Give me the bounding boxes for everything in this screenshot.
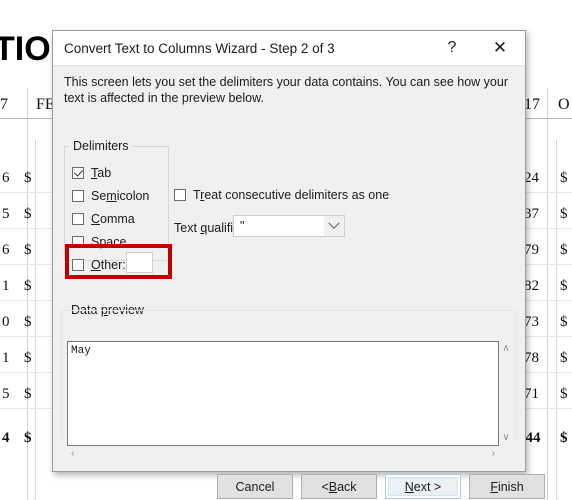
cell-currency: $ xyxy=(560,314,568,330)
cell-value: 79 xyxy=(524,242,539,258)
help-icon[interactable]: ? xyxy=(431,31,473,65)
cell-currency: $ xyxy=(24,314,32,330)
cell-total-currency: $ xyxy=(24,430,32,446)
checkbox-treat-consecutive-box[interactable] xyxy=(174,189,186,201)
cancel-button[interactable]: Cancel xyxy=(217,474,293,499)
grid-column-line xyxy=(35,140,37,500)
row-line xyxy=(520,408,572,409)
checkbox-other-label: Other: xyxy=(91,258,126,272)
convert-text-to-columns-dialog: Convert Text to Columns Wizard - Step 2 … xyxy=(52,30,545,499)
checkbox-other[interactable]: Other: xyxy=(72,258,126,272)
cell-currency: $ xyxy=(24,170,32,186)
header-underline xyxy=(0,118,52,119)
dialog-title: Convert Text to Columns Wizard - Step 2 … xyxy=(64,40,335,56)
cell-value: 71 xyxy=(524,386,539,402)
scroll-left-icon[interactable]: ‹ xyxy=(67,446,78,462)
cell-value: 6 xyxy=(2,170,10,186)
cell-value: 78 xyxy=(524,350,539,366)
data-preview-pane[interactable]: May xyxy=(67,341,499,446)
row-line xyxy=(0,336,52,337)
dialog-description: This screen lets you set the delimiters … xyxy=(64,75,508,105)
row-line xyxy=(520,192,572,193)
cell-currency: $ xyxy=(560,206,568,222)
grid-column-line xyxy=(547,88,548,500)
row-line xyxy=(520,228,572,229)
cell-currency: $ xyxy=(24,350,32,366)
header-underline xyxy=(520,118,572,119)
scroll-up-icon[interactable]: ∧ xyxy=(498,341,513,357)
cell-currency: $ xyxy=(560,278,568,294)
column-header-left-num: 7 xyxy=(0,96,8,113)
row-line xyxy=(0,264,52,265)
column-header-right-label: O xyxy=(558,96,570,113)
cell-value: 1 xyxy=(2,278,10,294)
grid-column-line xyxy=(556,140,558,500)
cell-value: 0 xyxy=(2,314,10,330)
column-header-right-num: 17 xyxy=(524,96,540,113)
row-line xyxy=(0,408,52,409)
checkbox-tab-box[interactable] xyxy=(72,167,84,179)
checkbox-treat-consecutive-label: Treat consecutive delimiters as one xyxy=(193,188,390,202)
checkbox-tab-label: Tab xyxy=(91,166,112,180)
cell-currency: $ xyxy=(560,242,568,258)
checkbox-comma-label: Comma xyxy=(91,212,135,226)
cell-currency: $ xyxy=(24,242,32,258)
row-line xyxy=(0,300,52,301)
cell-value: 6 xyxy=(2,242,10,258)
dialog-titlebar[interactable]: Convert Text to Columns Wizard - Step 2 … xyxy=(53,31,525,66)
cell-value: 5 xyxy=(2,386,10,402)
checkbox-treat-consecutive[interactable]: Treat consecutive delimiters as one xyxy=(174,188,389,202)
cell-value: 82 xyxy=(524,278,539,294)
checkbox-semicolon-box[interactable] xyxy=(72,190,84,202)
back-button[interactable]: < Back xyxy=(301,474,377,499)
row-line xyxy=(520,372,572,373)
cell-currency: $ xyxy=(24,206,32,222)
checkbox-space[interactable]: Space xyxy=(72,235,126,249)
chevron-down-icon[interactable] xyxy=(324,216,344,236)
cell-currency: $ xyxy=(560,386,568,402)
cell-value: 1 xyxy=(2,350,10,366)
checkbox-tab[interactable]: Tab xyxy=(72,166,111,180)
row-line xyxy=(520,336,572,337)
cell-total-value: 4 xyxy=(2,430,10,446)
preview-vertical-scrollbar[interactable]: ∧ ∨ xyxy=(499,341,513,446)
row-line xyxy=(520,264,572,265)
scroll-down-icon[interactable]: ∨ xyxy=(498,430,513,446)
checkbox-other-box[interactable] xyxy=(72,259,84,271)
dialog-body: This screen lets you set the delimiters … xyxy=(53,66,545,499)
cell-currency: $ xyxy=(560,170,568,186)
delimiters-group-label: Delimiters xyxy=(69,139,133,153)
checkbox-space-box[interactable] xyxy=(72,236,84,248)
finish-button[interactable]: Finish xyxy=(469,474,545,499)
cell-value: 5 xyxy=(2,206,10,222)
preview-horizontal-scrollbar[interactable]: ‹ › xyxy=(67,446,499,462)
row-line xyxy=(0,228,52,229)
other-delimiter-input[interactable] xyxy=(126,252,153,273)
scroll-right-icon[interactable]: › xyxy=(488,446,499,462)
close-icon[interactable]: ✕ xyxy=(479,31,521,65)
data-preview-content: May xyxy=(71,345,91,357)
cell-currency: $ xyxy=(560,350,568,366)
checkbox-semicolon[interactable]: Semicolon xyxy=(72,189,149,203)
checkbox-comma-box[interactable] xyxy=(72,213,84,225)
text-qualifier-combobox[interactable]: " xyxy=(233,215,345,237)
cell-total-currency: $ xyxy=(560,430,568,446)
checkbox-space-label: Space xyxy=(91,235,127,249)
next-button[interactable]: Next > xyxy=(385,474,461,499)
row-line xyxy=(0,192,52,193)
text-qualifier-value: " xyxy=(240,219,245,233)
cell-currency: $ xyxy=(24,386,32,402)
cell-value: 37 xyxy=(524,206,539,222)
checkbox-semicolon-label: Semicolon xyxy=(91,189,150,203)
checkbox-comma[interactable]: Comma xyxy=(72,212,135,226)
row-line xyxy=(0,372,52,373)
row-line xyxy=(520,300,572,301)
cell-value: 24 xyxy=(524,170,539,186)
cell-currency: $ xyxy=(24,278,32,294)
cell-value: 73 xyxy=(524,314,539,330)
